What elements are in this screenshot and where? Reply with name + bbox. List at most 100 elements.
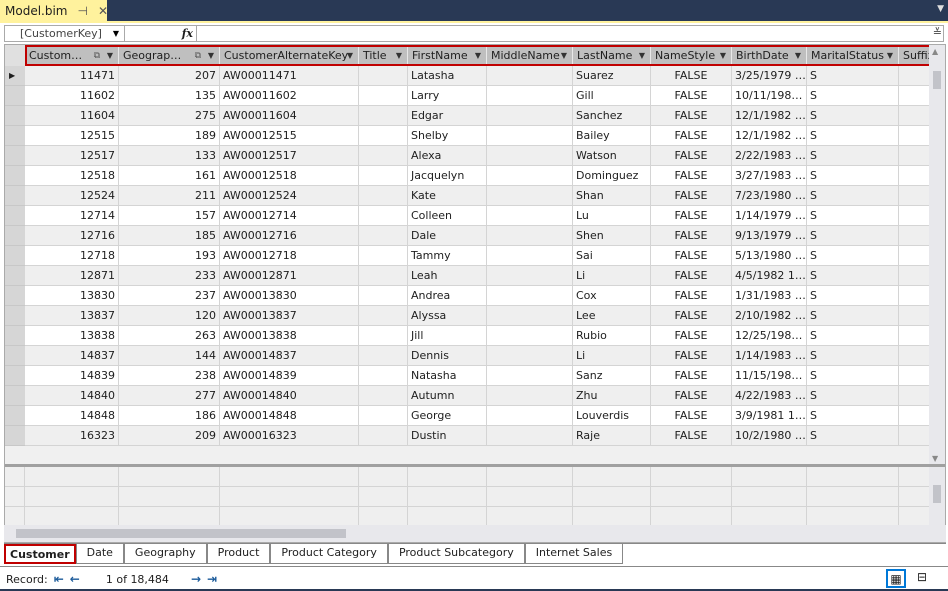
table-cell[interactable] <box>899 166 931 186</box>
table-cell[interactable]: 10/2/1980 … <box>732 426 807 446</box>
table-row[interactable]: 14840 277 AW00014840 Autumn Zhu FALSE 4/22/198… <box>5 386 931 406</box>
table-cell[interactable]: S <box>807 286 899 306</box>
table-cell[interactable]: Andrea <box>408 286 487 306</box>
measure-cell[interactable] <box>119 507 220 527</box>
table-cell[interactable]: AW00012714 <box>220 206 359 226</box>
table-cell[interactable]: FALSE <box>651 246 732 266</box>
measure-cell[interactable] <box>25 467 119 487</box>
table-cell[interactable]: AW00012524 <box>220 186 359 206</box>
table-cell[interactable]: 189 <box>119 126 220 146</box>
table-cell[interactable]: 2/10/1982 … <box>732 306 807 326</box>
table-cell[interactable] <box>359 186 408 206</box>
table-cell[interactable]: 135 <box>119 86 220 106</box>
table-cell[interactable]: Dale <box>408 226 487 246</box>
table-cell[interactable]: AW00016323 <box>220 426 359 446</box>
filter-dropdown-icon[interactable]: ▼ <box>396 51 402 60</box>
table-cell[interactable] <box>359 426 408 446</box>
table-cell[interactable] <box>487 266 573 286</box>
table-cell[interactable] <box>359 406 408 426</box>
table-cell[interactable] <box>487 146 573 166</box>
measure-cell[interactable] <box>651 467 732 487</box>
row-header[interactable] <box>5 106 25 126</box>
horizontal-scrollbar[interactable] <box>4 525 946 542</box>
table-cell[interactable]: Sanz <box>573 366 651 386</box>
measure-cell[interactable] <box>408 487 487 507</box>
table-cell[interactable]: 14840 <box>25 386 119 406</box>
table-cell[interactable] <box>899 106 931 126</box>
table-cell[interactable]: 185 <box>119 226 220 246</box>
table-cell[interactable]: 5/13/1980 … <box>732 246 807 266</box>
table-cell[interactable]: Alexa <box>408 146 487 166</box>
table-cell[interactable]: 238 <box>119 366 220 386</box>
table-cell[interactable]: AW00014839 <box>220 366 359 386</box>
close-icon[interactable]: ✕ <box>98 4 108 18</box>
column-header[interactable]: Suffix <box>899 45 931 66</box>
table-cell[interactable] <box>359 166 408 186</box>
measure-cell[interactable] <box>25 507 119 527</box>
table-cell[interactable]: 12/1/1982 … <box>732 126 807 146</box>
table-cell[interactable]: 3/27/1983 … <box>732 166 807 186</box>
table-cell[interactable]: FALSE <box>651 226 732 246</box>
table-cell[interactable]: 12718 <box>25 246 119 266</box>
table-cell[interactable]: 209 <box>119 426 220 446</box>
table-cell[interactable] <box>359 306 408 326</box>
measure-cell[interactable] <box>487 507 573 527</box>
table-cell[interactable]: Dustin <box>408 426 487 446</box>
table-cell[interactable]: Louverdis <box>573 406 651 426</box>
table-cell[interactable] <box>899 386 931 406</box>
table-cell[interactable]: 12714 <box>25 206 119 226</box>
column-header[interactable]: MaritalStatus ▼ <box>807 45 899 66</box>
previous-record-icon[interactable]: ← <box>70 572 80 586</box>
table-cell[interactable]: Kate <box>408 186 487 206</box>
table-cell[interactable]: Watson <box>573 146 651 166</box>
table-cell[interactable]: 14837 <box>25 346 119 366</box>
measure-cell[interactable] <box>732 487 807 507</box>
table-row[interactable]: ▶ 11471 207 AW00011471 Latasha Suarez FALSE 3/2… <box>5 66 931 86</box>
column-header[interactable]: MiddleName ▼ <box>487 45 573 66</box>
table-cell[interactable] <box>487 426 573 446</box>
table-cell[interactable]: 233 <box>119 266 220 286</box>
column-header[interactable]: NameStyle ▼ <box>651 45 732 66</box>
table-cell[interactable]: AW00012718 <box>220 246 359 266</box>
select-all-corner[interactable] <box>5 45 25 66</box>
measure-cell[interactable] <box>487 467 573 487</box>
table-cell[interactable]: FALSE <box>651 206 732 226</box>
table-cell[interactable]: 13830 <box>25 286 119 306</box>
table-cell[interactable]: FALSE <box>651 66 732 86</box>
row-header[interactable] <box>5 266 25 286</box>
table-cell[interactable]: 157 <box>119 206 220 226</box>
table-cell[interactable]: 263 <box>119 326 220 346</box>
table-cell[interactable]: S <box>807 206 899 226</box>
measure-cell[interactable] <box>573 467 651 487</box>
table-cell[interactable]: S <box>807 186 899 206</box>
table-cell[interactable]: Dennis <box>408 346 487 366</box>
table-row[interactable]: 12718 193 AW00012718 Tammy Sai FALSE 5/13/1980… <box>5 246 931 266</box>
table-cell[interactable]: Shan <box>573 186 651 206</box>
table-cell[interactable]: Leah <box>408 266 487 286</box>
document-tab-model-bim[interactable]: Model.bim ⊣ ✕ <box>0 0 108 21</box>
sheet-tab[interactable]: Product <box>206 544 271 564</box>
table-cell[interactable]: 4/5/1982 1… <box>732 266 807 286</box>
table-cell[interactable]: S <box>807 426 899 446</box>
row-header[interactable] <box>5 326 25 346</box>
table-cell[interactable]: 12517 <box>25 146 119 166</box>
table-cell[interactable]: 2/22/1983 … <box>732 146 807 166</box>
table-cell[interactable] <box>899 326 931 346</box>
table-row[interactable]: 14848 186 AW00014848 George Louverdis FALSE 3/… <box>5 406 931 426</box>
table-cell[interactable]: Jill <box>408 326 487 346</box>
table-cell[interactable]: 207 <box>119 66 220 86</box>
measure-cell[interactable] <box>408 467 487 487</box>
table-cell[interactable]: 7/23/1980 … <box>732 186 807 206</box>
table-cell[interactable]: S <box>807 366 899 386</box>
table-cell[interactable]: Zhu <box>573 386 651 406</box>
measure-cell[interactable] <box>899 467 931 487</box>
table-cell[interactable]: 14848 <box>25 406 119 426</box>
row-header[interactable] <box>5 166 25 186</box>
table-cell[interactable]: Lu <box>573 206 651 226</box>
sheet-tab[interactable]: Customer <box>4 544 76 564</box>
table-cell[interactable] <box>487 206 573 226</box>
table-cell[interactable]: 12716 <box>25 226 119 246</box>
table-cell[interactable]: George <box>408 406 487 426</box>
table-cell[interactable] <box>487 126 573 146</box>
column-header[interactable]: BirthDate ▼ <box>732 45 807 66</box>
